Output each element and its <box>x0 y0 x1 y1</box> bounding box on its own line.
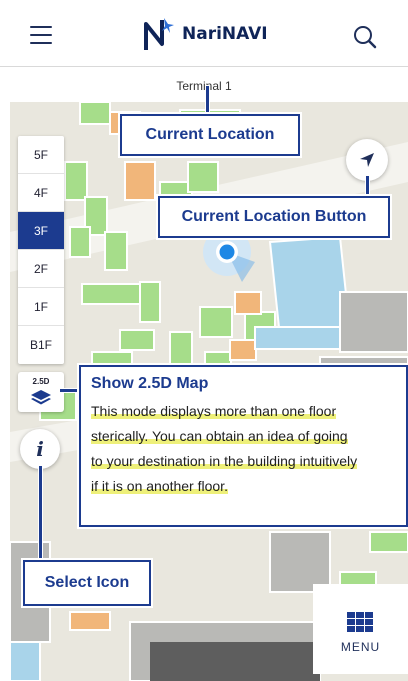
view-25d-button[interactable]: 2.5D <box>18 372 64 412</box>
menu-label: MENU <box>340 640 381 654</box>
show-25d-line: to your destination in the building intu… <box>91 453 358 469</box>
floor-button-4f[interactable]: 4F <box>18 174 64 212</box>
show-25d-line: if it is on another floor. <box>91 478 228 494</box>
floor-button-b1f[interactable]: B1F <box>18 326 64 364</box>
connector-location-button <box>366 176 369 198</box>
menu-button[interactable]: MENU <box>313 584 408 674</box>
grid-icon <box>347 612 373 632</box>
callout-current-location-button: Current Location Button <box>158 196 390 238</box>
view-25d-label: 2.5D <box>32 377 50 386</box>
hamburger-icon[interactable] <box>30 26 52 44</box>
navigation-arrow-icon <box>360 153 374 167</box>
floor-button-3f[interactable]: 3F <box>18 212 64 250</box>
app-logo: NariNAVI <box>142 12 268 56</box>
callout-current-location: Current Location <box>120 114 300 156</box>
connector-current-location <box>206 86 209 114</box>
location-dot-icon <box>216 241 238 263</box>
floor-button-5f[interactable]: 5F <box>18 136 64 174</box>
floor-selector: 5F 4F 3F 2F 1F B1F <box>18 136 64 364</box>
terminal-bar: Terminal 1 <box>0 66 408 102</box>
connector-select-icon <box>39 466 42 560</box>
app-header: NariNAVI <box>0 0 408 76</box>
callout-show-25d: Show 2.5D Map This mode displays more th… <box>79 365 408 527</box>
airplane-logo-icon <box>144 18 174 50</box>
current-location-button[interactable] <box>346 139 388 181</box>
floor-button-1f[interactable]: 1F <box>18 288 64 326</box>
info-button[interactable]: i <box>20 429 60 469</box>
show-25d-title: Show 2.5D Map <box>91 375 209 392</box>
callout-select-icon: Select Icon <box>23 560 151 606</box>
terminal-label: Terminal 1 <box>176 79 232 93</box>
show-25d-line: sterically. You can obtain an idea of go… <box>91 428 348 444</box>
show-25d-line: This mode displays more than one floor <box>91 403 337 419</box>
search-icon[interactable] <box>352 24 378 50</box>
floor-button-2f[interactable]: 2F <box>18 250 64 288</box>
app-name: NariNAVI <box>182 24 268 44</box>
layers-icon <box>31 390 51 405</box>
